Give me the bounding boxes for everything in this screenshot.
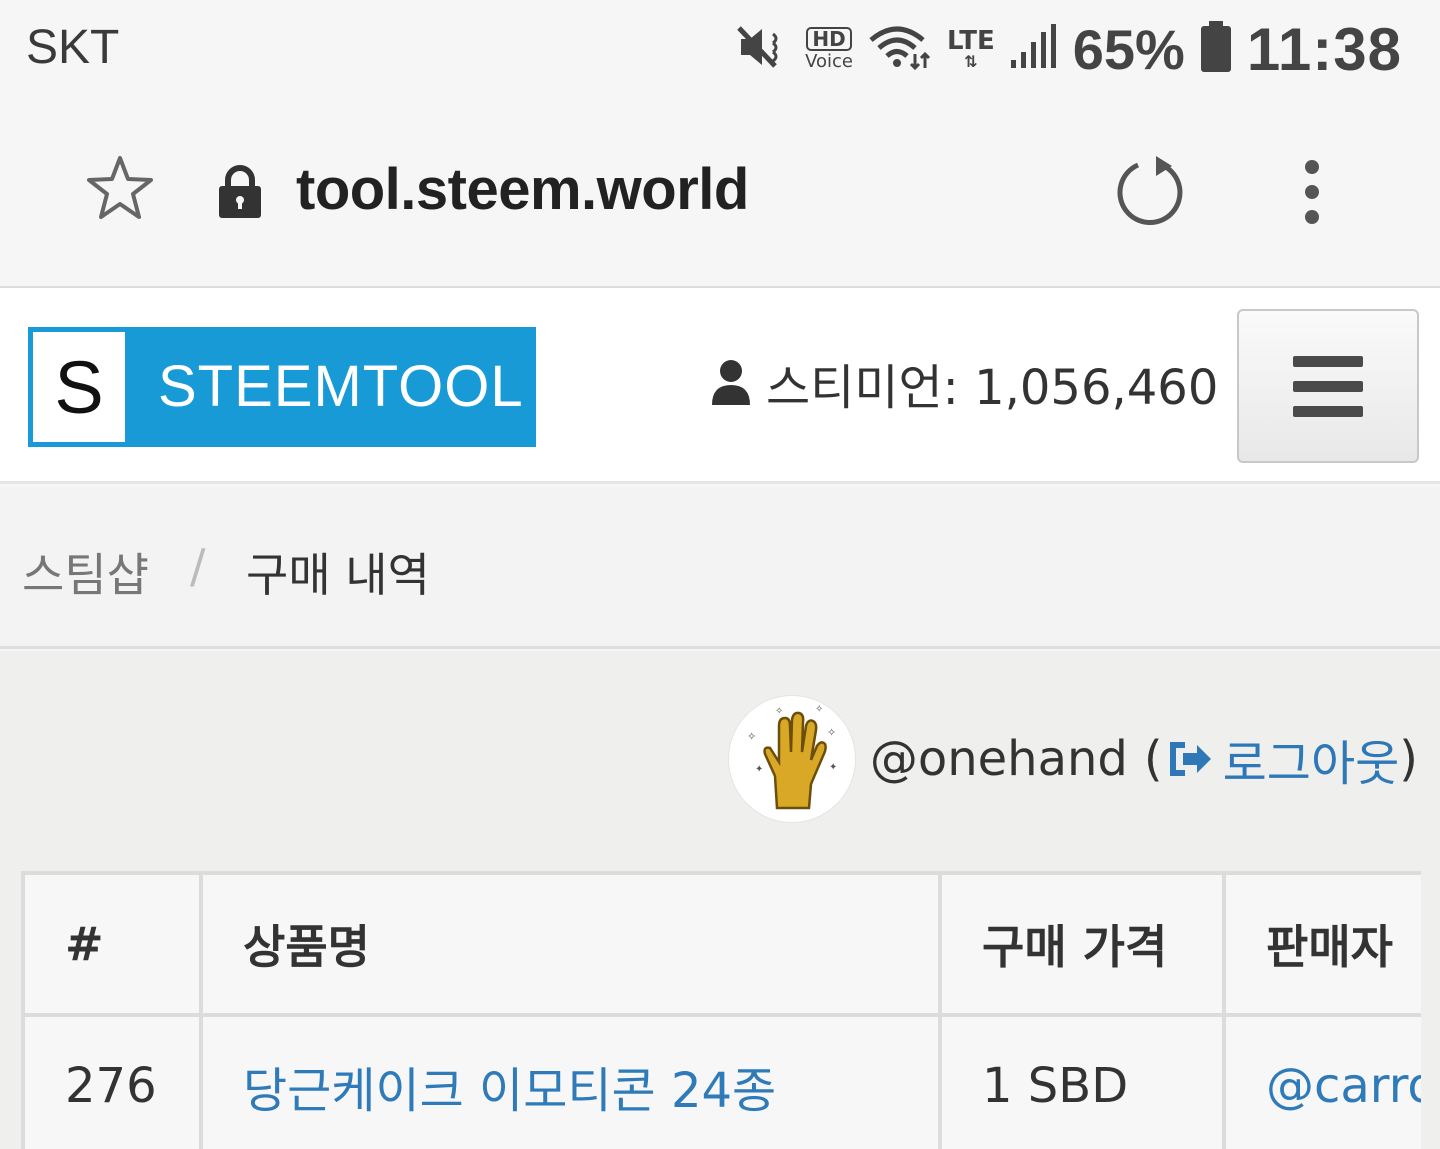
breadcrumb-item-purchase-history: 구매 내역 <box>246 548 430 602</box>
site-header: S STEEMTOOL 스티미언: 1,056,460 <box>0 288 1440 484</box>
column-header-number: # <box>25 875 203 1017</box>
reload-icon[interactable] <box>1112 152 1192 236</box>
breadcrumb: 스팀샵 / 구매 내역 <box>0 487 1440 649</box>
user-icon <box>710 359 752 407</box>
purchase-table: # 상품명 구매 가격 판매자 276 당근케이크 이모티콘 24종 1 SBD… <box>21 871 1421 1149</box>
avatar[interactable]: ✧ ✧ ✦ ✦ ✧ ✧ <box>727 695 856 823</box>
more-vert-icon[interactable] <box>1298 160 1326 224</box>
product-link[interactable]: 당근케이크 이모티콘 24종 <box>201 1015 942 1149</box>
table-row: 276 당근케이크 이모티콘 24종 1 SBD @carro <box>25 1015 1421 1149</box>
sign-out-icon <box>1169 742 1211 776</box>
main-content: ✧ ✧ ✦ ✦ ✧ ✧ @onehand ( 로그아웃 ) # 상품명 구매 가… <box>0 651 1440 1149</box>
row-price: 1 SBD <box>940 1015 1226 1149</box>
breadcrumb-item-steemshop[interactable]: 스팀샵 <box>22 539 149 605</box>
browser-toolbar: tool.steem.world <box>0 100 1440 286</box>
svg-text:✧: ✧ <box>775 706 783 717</box>
column-header-price: 구매 가격 <box>940 875 1226 1017</box>
lock-icon <box>216 164 264 224</box>
steemian-count: 스티미언: 1,056,460 <box>710 348 1218 418</box>
signal-icon <box>1009 22 1059 76</box>
steemian-label: 스티미언: 1,056,460 <box>766 360 1219 416</box>
column-header-seller: 판매자 <box>1224 875 1421 1017</box>
svg-text:✦: ✦ <box>829 762 837 773</box>
svg-text:✧: ✧ <box>815 704 823 715</box>
status-icons: HD Voice LTE ⇅ 65% 11:38 <box>735 14 1402 84</box>
open-paren: ( <box>1143 731 1163 787</box>
username-line: @onehand ( 로그아웃 ) <box>870 724 1418 794</box>
raised-hand-icon: ✧ ✧ ✦ ✦ ✧ ✧ <box>747 704 837 810</box>
close-paren: ) <box>1399 731 1418 787</box>
svg-text:✦: ✦ <box>755 764 763 775</box>
url-field[interactable]: tool.steem.world <box>296 156 749 223</box>
seller-link[interactable]: @carro <box>1224 1015 1421 1149</box>
table-header-row: # 상품명 구매 가격 판매자 <box>25 875 1421 1017</box>
row-number: 276 <box>25 1015 203 1149</box>
svg-text:✧: ✧ <box>747 730 756 743</box>
clock: 11:38 <box>1246 15 1402 83</box>
breadcrumb-separator: / <box>190 539 206 593</box>
hd-voice-icon: HD Voice <box>805 27 853 72</box>
wifi-icon <box>867 22 933 76</box>
logo-text: STEEMTOOL <box>158 354 524 419</box>
carrier-name: SKT <box>26 21 120 74</box>
menu-toggle-button[interactable] <box>1237 309 1419 463</box>
mute-vibrate-icon <box>735 22 791 76</box>
battery-percent: 65% <box>1072 17 1185 81</box>
star-icon[interactable] <box>84 152 156 228</box>
status-bar: SKT HD Voice LTE ⇅ 65% 11:38 <box>0 0 1440 100</box>
column-header-product: 상품명 <box>201 875 942 1017</box>
logo-letter: S <box>33 332 125 442</box>
logout-link[interactable]: 로그아웃 <box>1167 724 1400 794</box>
lte-icon: LTE ⇅ <box>946 26 995 71</box>
battery-icon <box>1199 21 1233 77</box>
logout-label: 로그아웃 <box>1222 736 1400 792</box>
username: @onehand <box>869 731 1128 787</box>
svg-text:✧: ✧ <box>827 726 836 739</box>
hamburger-icon <box>1293 355 1363 367</box>
steemtool-logo[interactable]: S STEEMTOOL <box>28 327 536 447</box>
user-info: ✧ ✧ ✦ ✦ ✧ ✧ @onehand ( 로그아웃 ) <box>727 695 1418 823</box>
